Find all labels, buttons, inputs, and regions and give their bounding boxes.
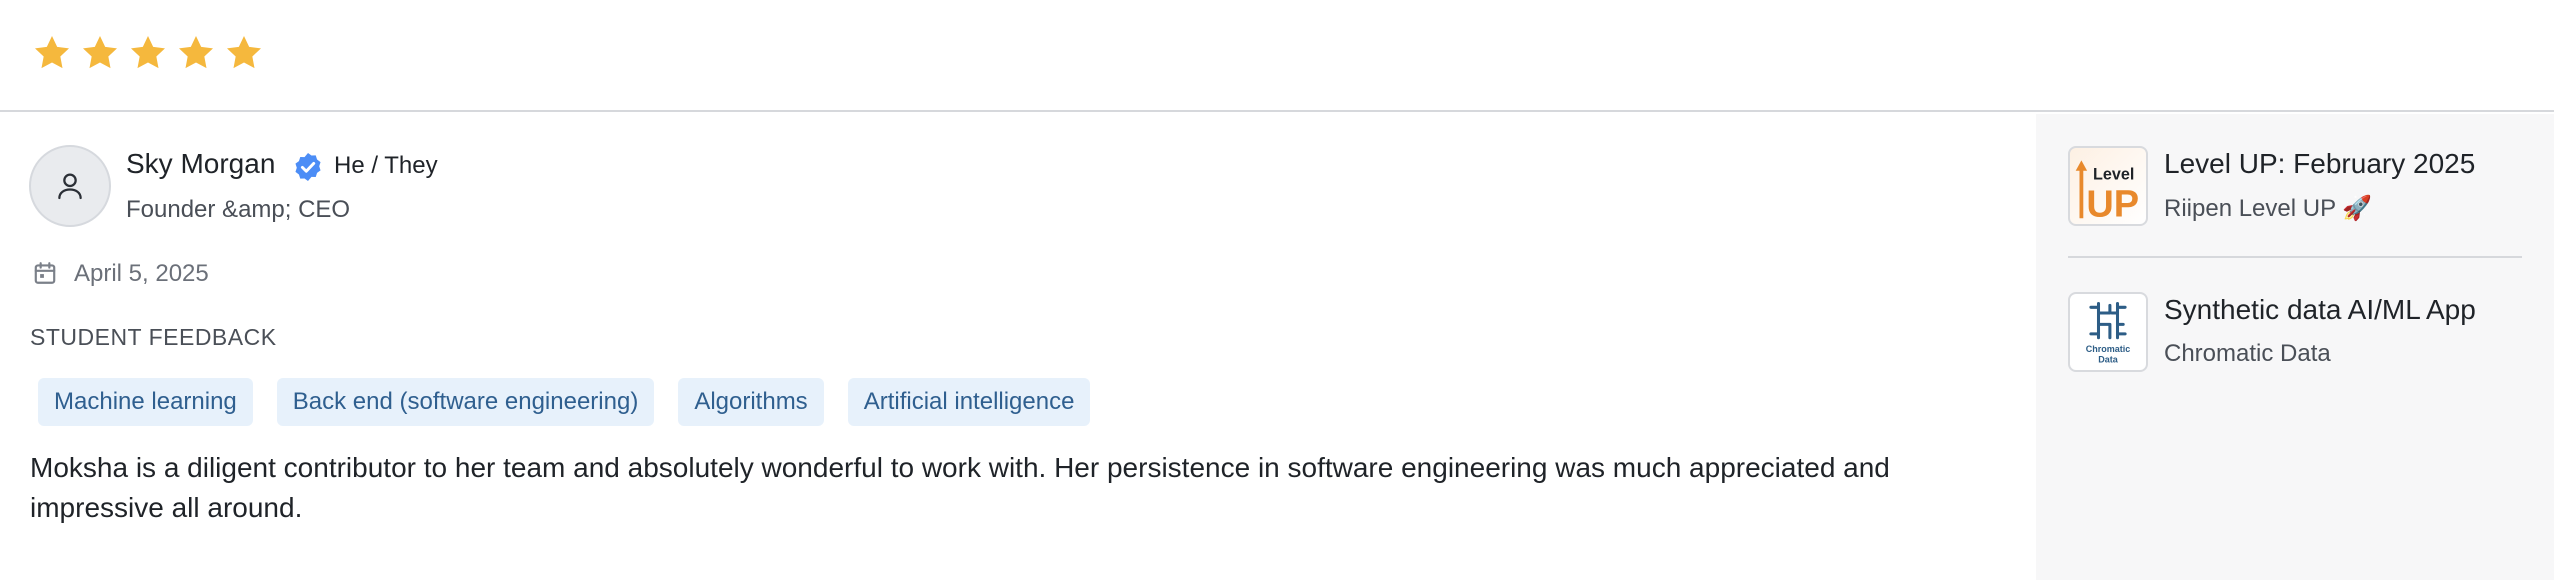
reviewer-role: Founder &amp; CEO [126,196,351,223]
star-icon [83,36,117,69]
project-item[interactable]: Level UP Level UP: February 2025 Riipen … [2068,144,2528,254]
skill-tag[interactable]: Algorithms [678,378,824,426]
svg-text:UP: UP [2086,183,2139,224]
feedback-main: Sky Morgan He / They Founder &amp; CEO A… [0,114,2036,580]
project-title[interactable]: Level UP: February 2025 [2164,148,2475,180]
skill-tags: Machine learning Back end (software engi… [38,378,1091,426]
section-label: STUDENT FEEDBACK [30,324,277,350]
project-org: Chromatic Data [2164,340,2331,367]
star-icon [179,36,213,69]
project-title[interactable]: Synthetic data AI/ML App [2164,294,2476,326]
calendar-icon [34,262,56,284]
feedback-date: April 5, 2025 [74,260,209,287]
skill-tag[interactable]: Machine learning [38,378,253,426]
star-icon [227,36,261,69]
chromatic-data-logo: Chromatic Data [2068,292,2148,372]
projects-sidebar: Level UP Level UP: February 2025 Riipen … [2036,114,2554,580]
verified-badge-icon [295,153,321,181]
divider [2068,256,2522,258]
user-icon [58,173,82,200]
project-item[interactable]: Chromatic Data Synthetic data AI/ML App … [2068,290,2528,400]
star-icon [131,36,165,69]
avatar[interactable] [29,145,111,227]
project-org: Riipen Level UP 🚀 [2164,195,2373,222]
reviewer-pronouns: He / They [334,152,438,179]
reviewer-name[interactable]: Sky Morgan [126,148,275,180]
svg-text:Chromatic: Chromatic [2086,344,2131,354]
star-icon [35,36,69,69]
star-rating [32,32,264,74]
feedback-text: Moksha is a diligent contributor to her … [30,452,1890,523]
feedback-card: Sky Morgan He / They Founder &amp; CEO A… [0,0,2554,580]
skill-tag[interactable]: Back end (software engineering) [276,378,655,426]
svg-text:Data: Data [2098,354,2119,364]
levelup-logo: Level UP [2068,146,2148,226]
svg-text:Level: Level [2093,165,2134,183]
skill-tag[interactable]: Artificial intelligence [847,378,1091,426]
rating-header [0,0,2554,112]
